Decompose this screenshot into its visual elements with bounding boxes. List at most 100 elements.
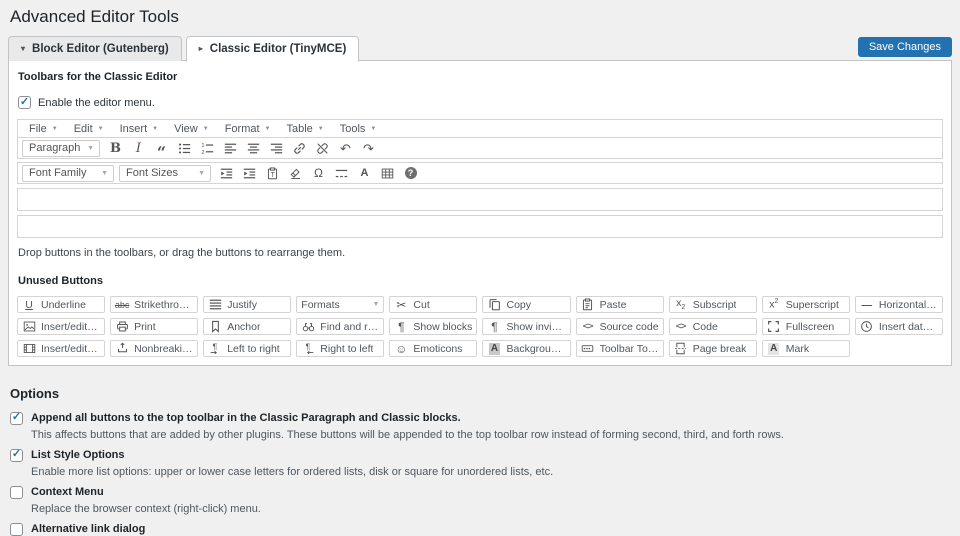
tab-block-editor[interactable]: ▾ Block Editor (Gutenberg) xyxy=(8,36,182,61)
menu-tools[interactable]: Tools▼ xyxy=(332,120,385,137)
font-sizes-select[interactable]: Font Sizes▼ xyxy=(119,165,211,182)
toolbar-row-4[interactable] xyxy=(17,215,943,238)
indent-button[interactable] xyxy=(238,164,261,183)
unused-formats-select[interactable]: Formats▼ xyxy=(296,296,384,313)
blockquote-button[interactable]: “ xyxy=(150,139,173,158)
superscript-icon: x2 xyxy=(767,298,781,311)
unused-strikethrough-button[interactable]: abcStrikethrough xyxy=(110,296,198,313)
unused-paste-button[interactable]: Paste xyxy=(576,296,664,313)
settings-page: Advanced Editor Tools ▾ Block Editor (Gu… xyxy=(0,0,960,536)
unused-insert-edit-image-button[interactable]: Insert/edit image xyxy=(17,318,105,335)
remove-link-button[interactable] xyxy=(311,139,334,158)
enable-editor-menu-checkbox[interactable]: ✓ xyxy=(18,96,31,109)
save-changes-button[interactable]: Save Changes xyxy=(858,37,952,57)
menu-file[interactable]: File▼ xyxy=(21,120,66,137)
unused-code-button[interactable]: <>Code xyxy=(669,318,757,335)
align-right-icon xyxy=(270,142,284,155)
unused-underline-button[interactable]: UUnderline xyxy=(17,296,105,313)
tab-classic-editor[interactable]: ▸ Classic Editor (TinyMCE) xyxy=(186,36,360,62)
clear-formatting-button[interactable] xyxy=(284,164,307,183)
unused-nonbreaking-space-button[interactable]: Nonbreaking space xyxy=(110,340,198,357)
unused-toolbar-toggle-button[interactable]: Toolbar Toggle xyxy=(576,340,664,357)
align-center-button[interactable] xyxy=(242,139,265,158)
outdent-button[interactable] xyxy=(215,164,238,183)
bold-icon: B xyxy=(109,142,123,155)
unused-buttons-heading: Unused Buttons xyxy=(18,275,943,287)
unlink-icon xyxy=(316,142,330,155)
unused-print-button[interactable]: Print xyxy=(110,318,198,335)
special-character-button[interactable]: Ω xyxy=(307,164,330,183)
undo-button[interactable]: ↶ xyxy=(334,139,357,158)
unused-horizontal-line-button[interactable]: —Horizontal line xyxy=(855,296,943,313)
paste-icon xyxy=(581,298,595,311)
table-button[interactable] xyxy=(376,164,399,183)
unused-mark-button[interactable]: AMark xyxy=(762,340,850,357)
unused-anchor-button[interactable]: Anchor xyxy=(203,318,291,335)
find-replace-icon xyxy=(301,320,315,333)
bullet-list-icon xyxy=(178,142,192,155)
check-icon: ✓ xyxy=(12,412,21,423)
menu-view[interactable]: View▼ xyxy=(166,120,217,137)
options-list: ✓Append all buttons to the top toolbar i… xyxy=(8,411,952,536)
unused-left-to-right-button[interactable]: ¶Left to right xyxy=(203,340,291,357)
mark-icon: A xyxy=(767,343,781,355)
unused-insert-edit-video-button[interactable]: Insert/edit video xyxy=(17,340,105,357)
toolbar-row-2: Font Family▼ Font Sizes▼ T Ω A? xyxy=(17,162,943,184)
insert-link-button[interactable] xyxy=(288,139,311,158)
option-checkbox[interactable]: ✓ xyxy=(10,449,23,462)
option-checkbox[interactable]: ✓ xyxy=(10,412,23,425)
unused-page-break-button[interactable]: Page break xyxy=(669,340,757,357)
option-checkbox[interactable] xyxy=(10,486,23,499)
text-color-button[interactable]: A xyxy=(353,164,376,183)
special-character-icon: Ω xyxy=(312,167,326,179)
unused-justify-button[interactable]: Justify xyxy=(203,296,291,313)
option-checkbox[interactable] xyxy=(10,523,23,536)
unused-find-and-replace-button[interactable]: Find and replace xyxy=(296,318,384,335)
italic-button[interactable]: I xyxy=(127,139,150,158)
unused-superscript-button[interactable]: x2Superscript xyxy=(762,296,850,313)
unused-insert-date-time-button[interactable]: Insert date/time xyxy=(855,318,943,335)
unused-cut-button[interactable]: ✂Cut xyxy=(389,296,477,313)
unused-subscript-button[interactable]: x2Subscript xyxy=(669,296,757,313)
align-left-icon xyxy=(224,142,238,155)
read-more-button[interactable] xyxy=(330,164,353,183)
unused-source-code-button[interactable]: <>Source code xyxy=(576,318,664,335)
unused-show-blocks-button[interactable]: ¶Show blocks xyxy=(389,318,477,335)
anchor-icon xyxy=(208,320,222,333)
page-break-icon xyxy=(674,342,688,355)
font-family-select[interactable]: Font Family▼ xyxy=(22,165,114,182)
unused-fullscreen-button[interactable]: Fullscreen xyxy=(762,318,850,335)
enable-editor-menu-label[interactable]: Enable the editor menu. xyxy=(38,97,155,109)
paste-as-text-button[interactable]: T xyxy=(261,164,284,183)
image-icon xyxy=(22,320,36,333)
emoticons-icon: ☺ xyxy=(394,343,408,355)
horizontal-line-icon: — xyxy=(860,299,874,311)
redo-button[interactable]: ↷ xyxy=(357,139,380,158)
unused-background-color-button[interactable]: ABackground color xyxy=(482,340,570,357)
caret-down-icon: ▾ xyxy=(21,45,25,53)
unused-emoticons-button[interactable]: ☺Emoticons xyxy=(389,340,477,357)
unused-copy-button[interactable]: Copy xyxy=(482,296,570,313)
caret-down-icon: ▼ xyxy=(370,126,376,132)
bold-button[interactable]: B xyxy=(104,139,127,158)
bulleted-list-button[interactable] xyxy=(173,139,196,158)
menu-format[interactable]: Format▼ xyxy=(217,120,279,137)
numbered-list-button[interactable]: 12 xyxy=(196,139,219,158)
caret-down-icon: ▼ xyxy=(198,170,205,177)
svg-text:2: 2 xyxy=(201,149,204,154)
align-right-button[interactable] xyxy=(265,139,288,158)
unused-right-to-left-button[interactable]: ¶Right to left xyxy=(296,340,384,357)
menu-table[interactable]: Table▼ xyxy=(278,120,331,137)
fullscreen-icon xyxy=(767,320,781,333)
help-button[interactable]: ? xyxy=(399,164,422,183)
toolbar-row-3[interactable] xyxy=(17,188,943,211)
menu-edit[interactable]: Edit▼ xyxy=(66,120,112,137)
subscript-icon: x2 xyxy=(674,297,688,311)
menu-insert[interactable]: Insert▼ xyxy=(112,120,166,137)
unused-show-invisible-characters-button[interactable]: ¶Show invisible characters xyxy=(482,318,570,335)
nbsp-icon xyxy=(115,342,129,355)
align-left-button[interactable] xyxy=(219,139,242,158)
read-more-icon xyxy=(335,167,349,180)
ltr-icon: ¶ xyxy=(208,342,222,355)
paragraph-format-select[interactable]: Paragraph▼ xyxy=(22,140,100,157)
